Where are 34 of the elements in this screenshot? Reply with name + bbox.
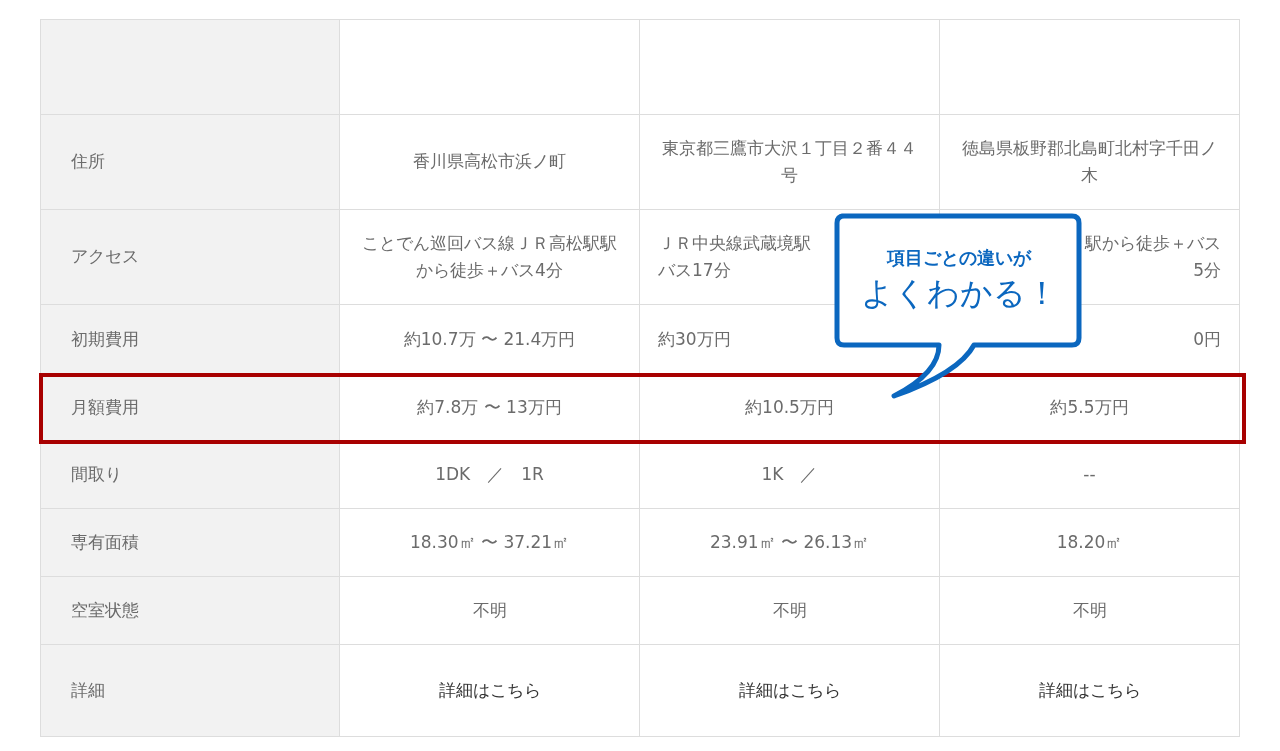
table-cell-text: 18.30㎡ 〜 37.21㎡ [409,530,570,554]
detail-link[interactable]: 詳細はこちら [1038,676,1141,705]
table-cell-text: 駅から徒歩＋バス5分 [1083,231,1221,282]
table-cell-text: -- [1083,463,1096,487]
table-cell-text: ＪＲ中央線武蔵境駅バス17分 [658,231,812,282]
table-cell-text: 23.91㎡ 〜 26.13㎡ [709,530,870,554]
table-cell-text: 約30万円 [658,327,731,351]
row-header: 間取り [71,463,122,487]
row-header: 月額費用 [71,396,139,420]
table-cell-text: 徳島県板野郡北島町北村字千田ノ木 [961,136,1218,187]
table-cell-text: 不明 [1072,598,1107,622]
table-cell-text: 約7.8万 〜 13万円 [417,396,562,420]
row-header: 初期費用 [71,327,139,351]
table-cell-text: 1K ／ [761,463,818,487]
row-header: 空室状態 [71,598,139,622]
table-cell-text: 香川県高松市浜ノ町 [413,150,566,174]
callout-text: 項目ごとの違いが [887,245,1031,270]
table-cell-text: 約10.7万 〜 21.4万円 [403,327,576,351]
table-cell-text: 約5.5万円 [1050,396,1129,420]
table-cell-text: 不明 [772,598,807,622]
row-header: 住所 [71,150,105,174]
table-cell-text: 東京都三鷹市大沢１丁目２番４４号 [661,136,918,187]
callout-text: よくわかる！ [860,272,1058,314]
row-header: アクセス [71,245,139,269]
detail-link[interactable]: 詳細はこちら [438,676,541,705]
row-header: 詳細 [71,678,105,702]
table-cell-text: 不明 [472,598,507,622]
table-cell-text: 18.20㎡ [1056,530,1123,554]
detail-link[interactable]: 詳細はこちら [738,676,841,705]
table-cell-text: 約10.5万円 [745,396,834,420]
row-header: 専有面積 [71,530,139,554]
table-cell-text: 1DK ／ 1R [435,463,544,487]
table-cell-text: ことでん巡回バス線ＪＲ高松駅駅から徒歩＋バス4分 [361,231,618,282]
table-cell-text: 0円 [1193,327,1221,351]
